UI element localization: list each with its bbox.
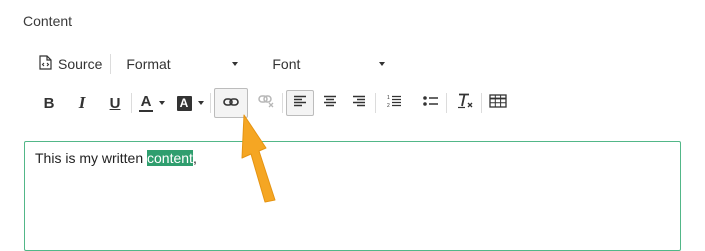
- bold-icon: B: [43, 94, 55, 112]
- text-color-button[interactable]: A: [135, 90, 169, 116]
- toolbar-separator: [446, 93, 447, 113]
- toolbar-row-1: Source Format Font: [34, 51, 391, 77]
- italic-button[interactable]: I: [69, 90, 95, 116]
- italic-icon: I: [78, 93, 86, 112]
- toolbar-separator: [375, 93, 376, 113]
- align-left-icon: [293, 94, 307, 112]
- format-dropdown[interactable]: Format: [120, 51, 244, 77]
- chevron-down-icon: [159, 101, 165, 105]
- unlink-icon: [257, 94, 275, 113]
- bold-button[interactable]: B: [36, 90, 62, 116]
- svg-text:1: 1: [387, 95, 390, 101]
- source-button[interactable]: Source: [34, 51, 107, 77]
- bulleted-list-icon: [422, 94, 438, 112]
- toolbar-separator: [481, 93, 482, 113]
- svg-text:2: 2: [387, 103, 390, 108]
- remove-format-icon: [457, 93, 474, 114]
- toolbar-separator: [110, 54, 112, 74]
- selected-text: content: [147, 150, 193, 166]
- editor-content-area[interactable]: This is my written content,: [24, 141, 681, 251]
- source-icon: [39, 55, 52, 73]
- format-label: Format: [126, 56, 171, 72]
- numbered-list-button[interactable]: 1 2: [381, 90, 407, 116]
- chevron-down-icon: [232, 62, 239, 66]
- chevron-down-icon: [379, 62, 386, 66]
- toolbar-separator: [131, 93, 132, 113]
- underline-icon: U: [109, 94, 121, 112]
- table-icon: [489, 93, 507, 113]
- editor-text: This is my written: [35, 150, 148, 166]
- source-label: Source: [58, 56, 103, 72]
- align-center-icon: [323, 94, 337, 112]
- content-field-label: Content: [23, 13, 73, 29]
- bulleted-list-button[interactable]: [417, 90, 443, 116]
- editor-text-trailing: ,: [192, 150, 197, 166]
- chevron-down-icon: [197, 101, 204, 105]
- annotation-arrow-icon: [241, 114, 276, 203]
- align-right-button[interactable]: [346, 90, 372, 116]
- toolbar-separator: [282, 93, 283, 113]
- background-color-button[interactable]: A: [173, 90, 207, 116]
- link-icon: [223, 94, 239, 112]
- text-color-icon: A: [139, 93, 153, 112]
- remove-format-button[interactable]: [452, 90, 478, 116]
- align-right-icon: [352, 94, 366, 112]
- toolbar-separator: [210, 93, 211, 113]
- table-button[interactable]: [485, 90, 511, 116]
- font-label: Font: [272, 56, 301, 72]
- font-dropdown[interactable]: Font: [266, 51, 391, 77]
- align-left-button[interactable]: [286, 90, 314, 116]
- underline-button[interactable]: U: [102, 90, 128, 116]
- align-center-button[interactable]: [317, 90, 343, 116]
- background-color-icon: A: [176, 95, 192, 111]
- numbered-list-icon: 1 2: [387, 94, 402, 113]
